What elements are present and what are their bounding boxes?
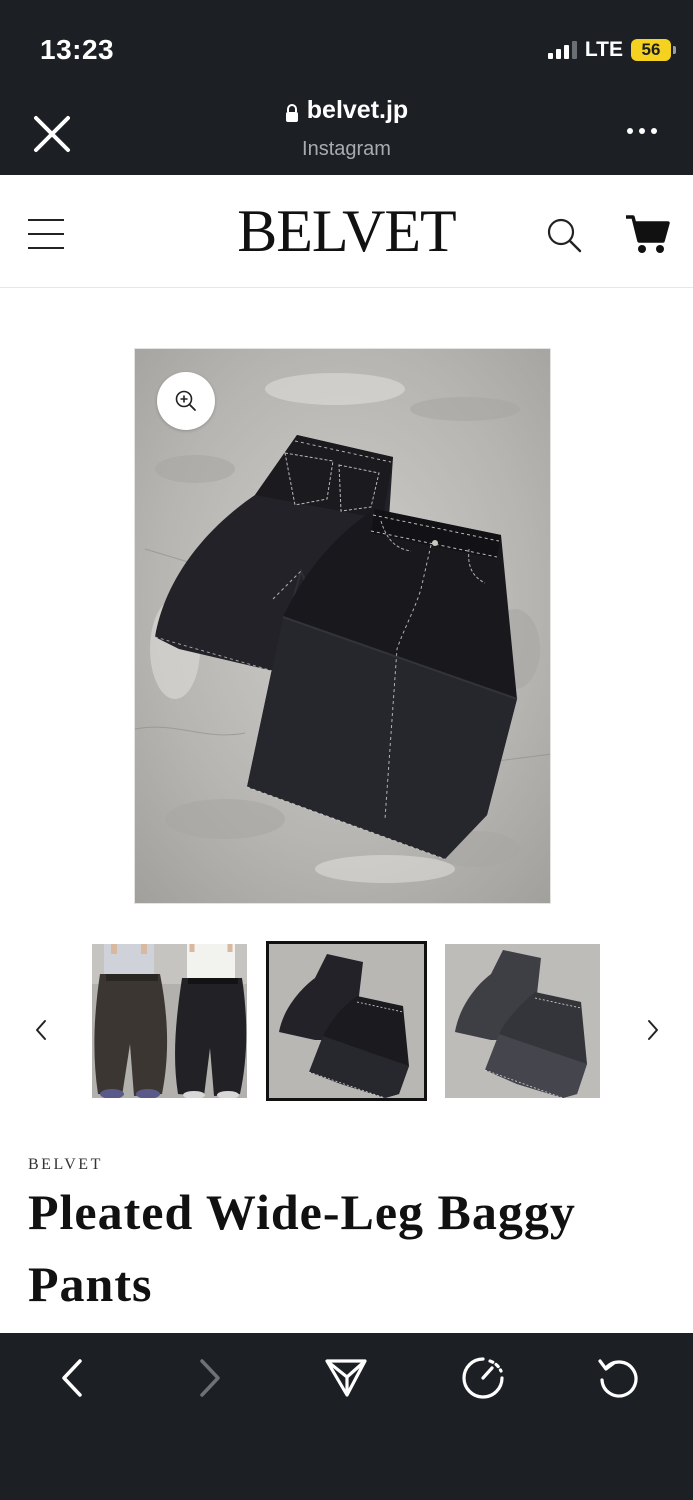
more-icon[interactable]	[627, 128, 657, 134]
page-url: belvet.jp	[306, 96, 409, 124]
product-vendor: BELVET	[28, 1156, 103, 1173]
browser-toolbar	[0, 1333, 693, 1500]
battery-level: 56	[641, 40, 661, 59]
product-main-image[interactable]	[134, 348, 551, 904]
share-icon[interactable]	[323, 1355, 369, 1401]
product-thumbnail-3[interactable]	[445, 944, 600, 1098]
search-icon[interactable]	[546, 217, 582, 253]
signal-icon	[547, 41, 577, 59]
lock-icon	[285, 100, 299, 122]
speed-icon[interactable]	[460, 1355, 506, 1401]
site-logo[interactable]: BELVET	[0, 197, 693, 266]
status-time: 13:23	[40, 34, 115, 65]
cart-icon[interactable]	[624, 213, 670, 255]
site-header: BELVET	[0, 175, 693, 288]
product-thumbnail-1[interactable]	[92, 944, 247, 1098]
address-bar[interactable]: belvet.jp Instagram	[0, 96, 693, 161]
status-indicators: LTE 56	[547, 38, 676, 62]
network-type: LTE	[584, 38, 623, 61]
browser-header: 13:23 LTE 56 belvet.jp Instagram	[0, 0, 693, 175]
thumbnail-next-icon[interactable]	[640, 1014, 666, 1046]
forward-arrow-icon[interactable]	[186, 1355, 232, 1401]
reload-icon[interactable]	[596, 1355, 642, 1401]
thumbnail-prev-icon[interactable]	[28, 1014, 54, 1046]
product-title: Pleated Wide-Leg Baggy Pants	[28, 1184, 576, 1312]
product-thumbnail-2[interactable]	[266, 941, 427, 1101]
referrer-source: Instagram	[302, 137, 391, 160]
battery-icon: 56	[631, 39, 676, 61]
zoom-in-icon[interactable]	[157, 372, 215, 430]
back-arrow-icon[interactable]	[50, 1355, 96, 1401]
